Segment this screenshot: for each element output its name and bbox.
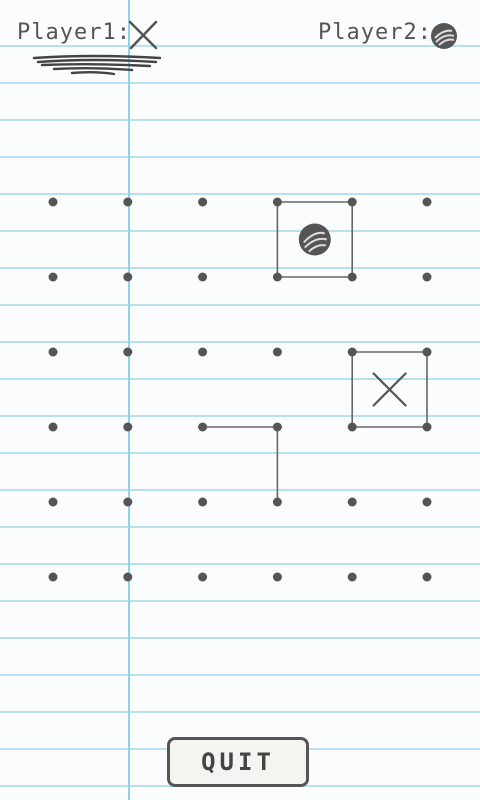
board-dot[interactable] bbox=[422, 572, 432, 582]
board-dot[interactable] bbox=[422, 347, 432, 357]
board-dot[interactable] bbox=[198, 572, 208, 582]
board-dot[interactable] bbox=[422, 272, 432, 282]
board-dot[interactable] bbox=[123, 272, 133, 282]
board-dot[interactable] bbox=[347, 422, 357, 432]
quit-button[interactable]: QUIT bbox=[167, 737, 309, 787]
board-dot[interactable] bbox=[48, 572, 58, 582]
board-dot[interactable] bbox=[123, 572, 133, 582]
board-dot[interactable] bbox=[198, 197, 208, 207]
board-dot[interactable] bbox=[272, 422, 282, 432]
board-dot[interactable] bbox=[48, 497, 58, 507]
board-dot[interactable] bbox=[198, 422, 208, 432]
board-dot[interactable] bbox=[123, 422, 133, 432]
board-dot[interactable] bbox=[347, 197, 357, 207]
board-dot[interactable] bbox=[347, 272, 357, 282]
board-dot[interactable] bbox=[422, 497, 432, 507]
game-board[interactable] bbox=[0, 0, 480, 800]
board-dot[interactable] bbox=[272, 572, 282, 582]
board-dot[interactable] bbox=[123, 197, 133, 207]
board-dot[interactable] bbox=[123, 347, 133, 357]
board-dot[interactable] bbox=[48, 272, 58, 282]
board-dot[interactable] bbox=[422, 422, 432, 432]
board-dot[interactable] bbox=[272, 197, 282, 207]
board-dot[interactable] bbox=[422, 197, 432, 207]
board-dot[interactable] bbox=[48, 197, 58, 207]
board-dot[interactable] bbox=[347, 572, 357, 582]
board-dot[interactable] bbox=[198, 272, 208, 282]
board-dot[interactable] bbox=[198, 347, 208, 357]
board-dot[interactable] bbox=[272, 497, 282, 507]
scribble-circle-icon bbox=[298, 223, 331, 256]
board-dot[interactable] bbox=[347, 497, 357, 507]
board-dot[interactable] bbox=[198, 497, 208, 507]
board-dot[interactable] bbox=[48, 347, 58, 357]
board-dot[interactable] bbox=[272, 272, 282, 282]
board-dot[interactable] bbox=[48, 422, 58, 432]
board-dot[interactable] bbox=[123, 497, 133, 507]
board-dot[interactable] bbox=[272, 347, 282, 357]
board-dot[interactable] bbox=[347, 347, 357, 357]
x-mark-icon bbox=[372, 372, 407, 407]
